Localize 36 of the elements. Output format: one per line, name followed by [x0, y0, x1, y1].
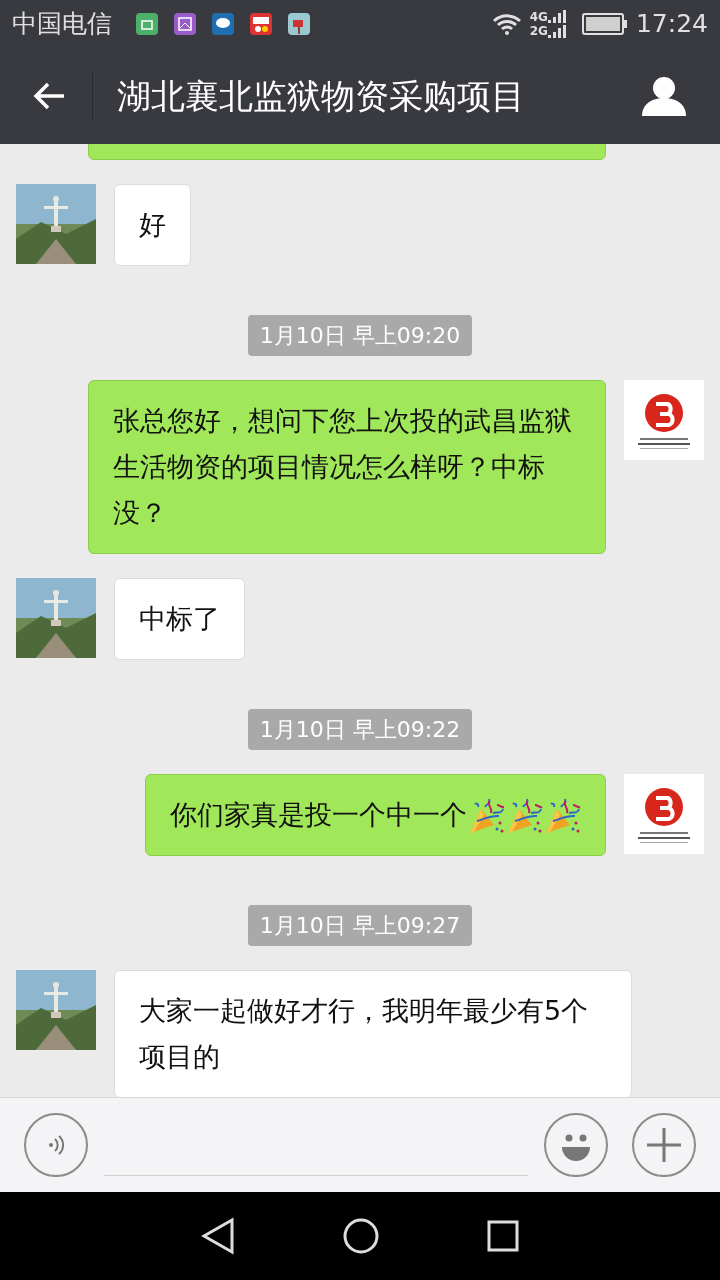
back-nav-button[interactable] [201, 1217, 235, 1255]
signal-icon [547, 10, 566, 38]
recents-nav-button[interactable] [487, 1220, 519, 1252]
voice-button[interactable] [24, 1113, 88, 1177]
back-arrow-icon [32, 81, 66, 111]
network-label: 4G 2G [529, 10, 548, 38]
carrier-name: 中国电信 [12, 8, 112, 41]
square-recents-icon [487, 1220, 519, 1252]
chat-bubble-icon [212, 13, 234, 35]
wifi-icon [491, 13, 522, 35]
message-text: 你们家真是投一个中一个 [170, 798, 467, 832]
back-button[interactable] [32, 81, 66, 111]
emoji-button[interactable] [544, 1113, 608, 1177]
person-icon [642, 76, 686, 116]
home-nav-button[interactable] [343, 1218, 379, 1254]
timestamp: 1月10日 早上09:22 [247, 709, 473, 750]
image-icon [174, 13, 196, 35]
timestamp: 1月10日 早上09:20 [247, 315, 473, 356]
message-text: 中标了 [114, 578, 245, 660]
chat-title: 湖北襄北监狱物资采购项目 [117, 74, 526, 118]
message-text: 好 [114, 184, 191, 266]
timestamp: 1月10日 早上09:27 [247, 905, 473, 946]
logo-icon [624, 380, 704, 460]
message-text: 张总您好，想问下您上次投的武昌监狱生活物资的项目情况怎么样呀？中标没？ [88, 380, 606, 554]
message-text: 大家一起做好才行，我明年最少有5个项目的 [114, 970, 632, 1097]
battery-icon [581, 13, 628, 35]
logo-icon [624, 774, 704, 854]
briefcase-icon [136, 13, 158, 35]
app-icon [250, 13, 272, 35]
clock-time: 17:24 [635, 8, 708, 41]
add-button[interactable] [632, 1113, 696, 1177]
profile-button[interactable] [642, 76, 686, 116]
circle-home-icon [343, 1218, 379, 1254]
mailbox-icon [288, 13, 310, 35]
triangle-back-icon [201, 1217, 235, 1255]
plus-icon [645, 1126, 683, 1164]
